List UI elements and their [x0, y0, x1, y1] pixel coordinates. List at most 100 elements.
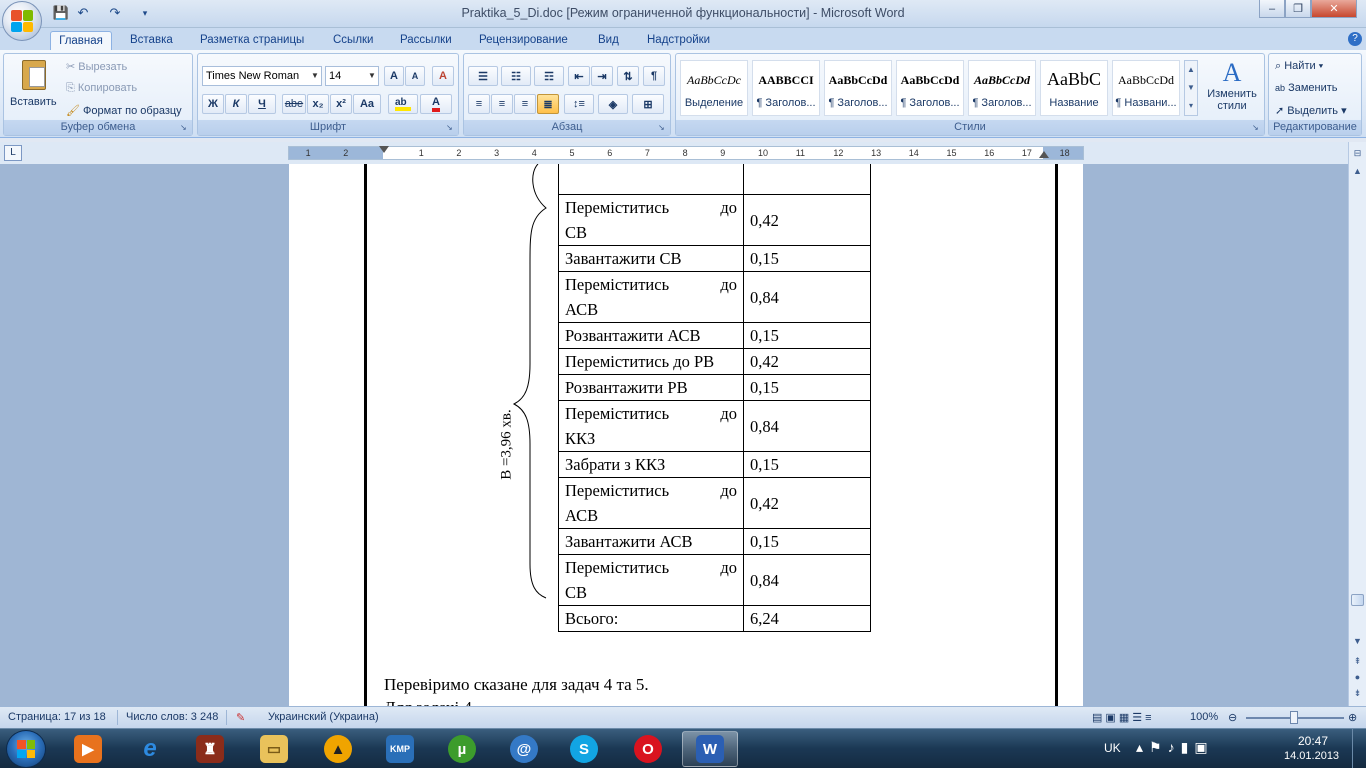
select-browse-object-icon[interactable]: ● [1350, 670, 1365, 685]
tab-home[interactable]: Главная [50, 31, 112, 50]
horizontal-ruler[interactable]: 2 1 1 2 3 4 5 6 7 8 9 10 11 12 13 14 15 16 17 18 [288, 146, 1084, 160]
zoom-out-icon[interactable]: ⊖ [1228, 711, 1237, 724]
word-count[interactable]: Число слов: 3 248 [126, 711, 218, 723]
time-cell[interactable]: 0,42 [743, 194, 871, 246]
clear-formatting-button[interactable]: A [432, 66, 454, 86]
paragraph-text[interactable]: Перевіримо сказане для задач 4 та 5. [384, 675, 649, 695]
style-tile-emphasis[interactable]: AaBbCcDc Выделение [680, 60, 748, 116]
change-styles-button[interactable]: A Изменить стили [1202, 58, 1262, 118]
zoom-slider-thumb[interactable] [1290, 711, 1298, 724]
clipboard-launcher-icon[interactable]: ↘ [180, 123, 190, 133]
font-color-button[interactable]: A [420, 94, 452, 114]
line-spacing-button[interactable]: ↕≡ [564, 94, 594, 114]
taskbar-internet-explorer[interactable]: e [122, 731, 178, 767]
taskbar-opera[interactable]: O [620, 731, 676, 767]
action-center-icon[interactable]: ▣ [1194, 739, 1213, 755]
shrink-font-button[interactable]: A [405, 66, 425, 86]
style-tile-heading[interactable]: AABBCCI ¶ Заголов... [752, 60, 820, 116]
page-count[interactable]: Страница: 17 из 18 [8, 711, 106, 723]
copy-button[interactable]: ⎘ Копировать [66, 82, 137, 95]
underline-button[interactable]: Ч [248, 94, 276, 114]
time-cell[interactable]: 0,84 [743, 554, 871, 606]
bullets-button[interactable]: ☰ [468, 66, 498, 86]
right-indent-marker[interactable] [1039, 151, 1049, 158]
outline-icon[interactable]: ☰ [1132, 712, 1145, 724]
scroll-up-icon[interactable]: ▲ [1350, 164, 1365, 179]
increase-indent-button[interactable]: ⇥ [591, 66, 613, 86]
operation-cell[interactable]: Розвантажити АСВ [558, 322, 744, 349]
taskbar-word[interactable]: W [682, 731, 738, 767]
justify-button[interactable]: ≣ [537, 94, 559, 114]
ruler-toggle-icon[interactable]: ⊟ [1350, 146, 1365, 161]
time-cell[interactable]: 0,42 [743, 348, 871, 375]
tab-references[interactable]: Ссылки [327, 31, 380, 50]
paragraph-launcher-icon[interactable]: ↘ [658, 123, 668, 133]
operation-cell[interactable]: Переміститись до ККЗ [558, 400, 744, 452]
font-launcher-icon[interactable]: ↘ [446, 123, 456, 133]
style-tile-heading[interactable]: AaBbCcDd ¶ Заголов... [896, 60, 964, 116]
select-button[interactable]: ➚ Выделить ▾ [1275, 104, 1347, 117]
multilevel-list-button[interactable]: ☶ [534, 66, 564, 86]
print-layout-icon[interactable]: ▤ [1092, 712, 1105, 724]
find-button[interactable]: ⌕ Найти ▾ [1275, 60, 1323, 73]
font-size-combo[interactable]: 14 ▼ [325, 66, 379, 86]
styles-launcher-icon[interactable]: ↘ [1252, 123, 1262, 133]
tab-insert[interactable]: Вставка [124, 31, 179, 50]
cut-button[interactable]: ✂ Вырезать [66, 60, 127, 73]
time-cell[interactable]: 0,84 [743, 400, 871, 452]
clock-date[interactable]: 14.01.2013 [1284, 750, 1339, 762]
taskbar-explorer[interactable]: ▭ [246, 731, 302, 767]
strikethrough-button[interactable]: abe [282, 94, 306, 114]
chevron-up-icon[interactable]: ▴ [1136, 739, 1149, 755]
taskbar-kmplayer[interactable]: KMP [372, 731, 428, 767]
operation-cell[interactable]: Завантажити СВ [558, 245, 744, 272]
numbering-button[interactable]: ☷ [501, 66, 531, 86]
flag-icon[interactable]: ⚑ [1149, 739, 1168, 755]
zoom-level[interactable]: 100% [1190, 711, 1218, 723]
operation-cell[interactable]: Переміститись до РВ [558, 348, 744, 375]
operation-cell[interactable]: Переміститись до АСВ [558, 477, 744, 529]
time-cell[interactable]: 0,84 [743, 271, 871, 323]
font-name-combo[interactable]: Times New Roman ▼ [202, 66, 322, 86]
decrease-indent-button[interactable]: ⇤ [568, 66, 590, 86]
highlight-button[interactable]: ab [388, 94, 418, 114]
view-buttons[interactable]: ▤▣▦☰≡ [1092, 711, 1155, 724]
time-cell[interactable]: 6,24 [743, 605, 871, 632]
web-layout-icon[interactable]: ▦ [1119, 712, 1132, 724]
operation-cell[interactable]: Переміститись до АСВ [558, 271, 744, 323]
time-cell[interactable]: 0,42 [743, 477, 871, 529]
taskbar-qip[interactable]: @ [496, 731, 552, 767]
maximize-button[interactable]: ❐ [1285, 0, 1311, 18]
next-page-icon[interactable]: ⇟ [1350, 686, 1365, 701]
operation-cell[interactable]: Переміститись до СВ [558, 554, 744, 606]
time-cell[interactable]: 0,15 [743, 322, 871, 349]
help-icon[interactable]: ? [1348, 32, 1362, 46]
close-button[interactable]: ✕ [1311, 0, 1357, 18]
paragraph-text[interactable]: Для задачі 4 [384, 698, 472, 706]
operation-cell[interactable] [558, 164, 744, 195]
tab-view[interactable]: Вид [592, 31, 625, 50]
time-cell[interactable]: 0,15 [743, 528, 871, 555]
show-marks-button[interactable]: ¶ [643, 66, 665, 86]
replace-button[interactable]: ab Заменить [1275, 82, 1338, 94]
spelling-check-icon[interactable]: ✎ [236, 711, 245, 724]
shading-button[interactable]: ◈ [598, 94, 628, 114]
align-right-button[interactable]: ≡ [514, 94, 536, 114]
clock-time[interactable]: 20:47 [1298, 734, 1328, 748]
format-painter-button[interactable]: 🖌 Формат по образцу [66, 104, 182, 117]
tab-page-layout[interactable]: Разметка страницы [194, 31, 310, 50]
time-cell[interactable]: 0,15 [743, 451, 871, 478]
scroll-down-icon[interactable]: ▼ [1350, 634, 1365, 649]
grow-font-button[interactable]: A [384, 66, 404, 86]
align-left-button[interactable]: ≡ [468, 94, 490, 114]
operation-cell[interactable]: Завантажити АСВ [558, 528, 744, 555]
full-screen-icon[interactable]: ▣ [1105, 712, 1118, 724]
taskbar-skype[interactable]: S [556, 731, 612, 767]
style-tile-caption[interactable]: AaBbCcDd ¶ Названи... [1112, 60, 1180, 116]
tab-mailings[interactable]: Рассылки [394, 31, 458, 50]
page[interactable]: В =3,96 хв. Переміститись до СВ 0,42 Заванта… [289, 164, 1083, 706]
paste-button[interactable]: Вставить [8, 58, 62, 118]
operation-cell[interactable]: Всього: [558, 605, 744, 632]
taskbar-aimp[interactable]: ▲ [310, 731, 366, 767]
tray-icons[interactable]: ▴⚑♪▮▣ [1136, 739, 1214, 756]
